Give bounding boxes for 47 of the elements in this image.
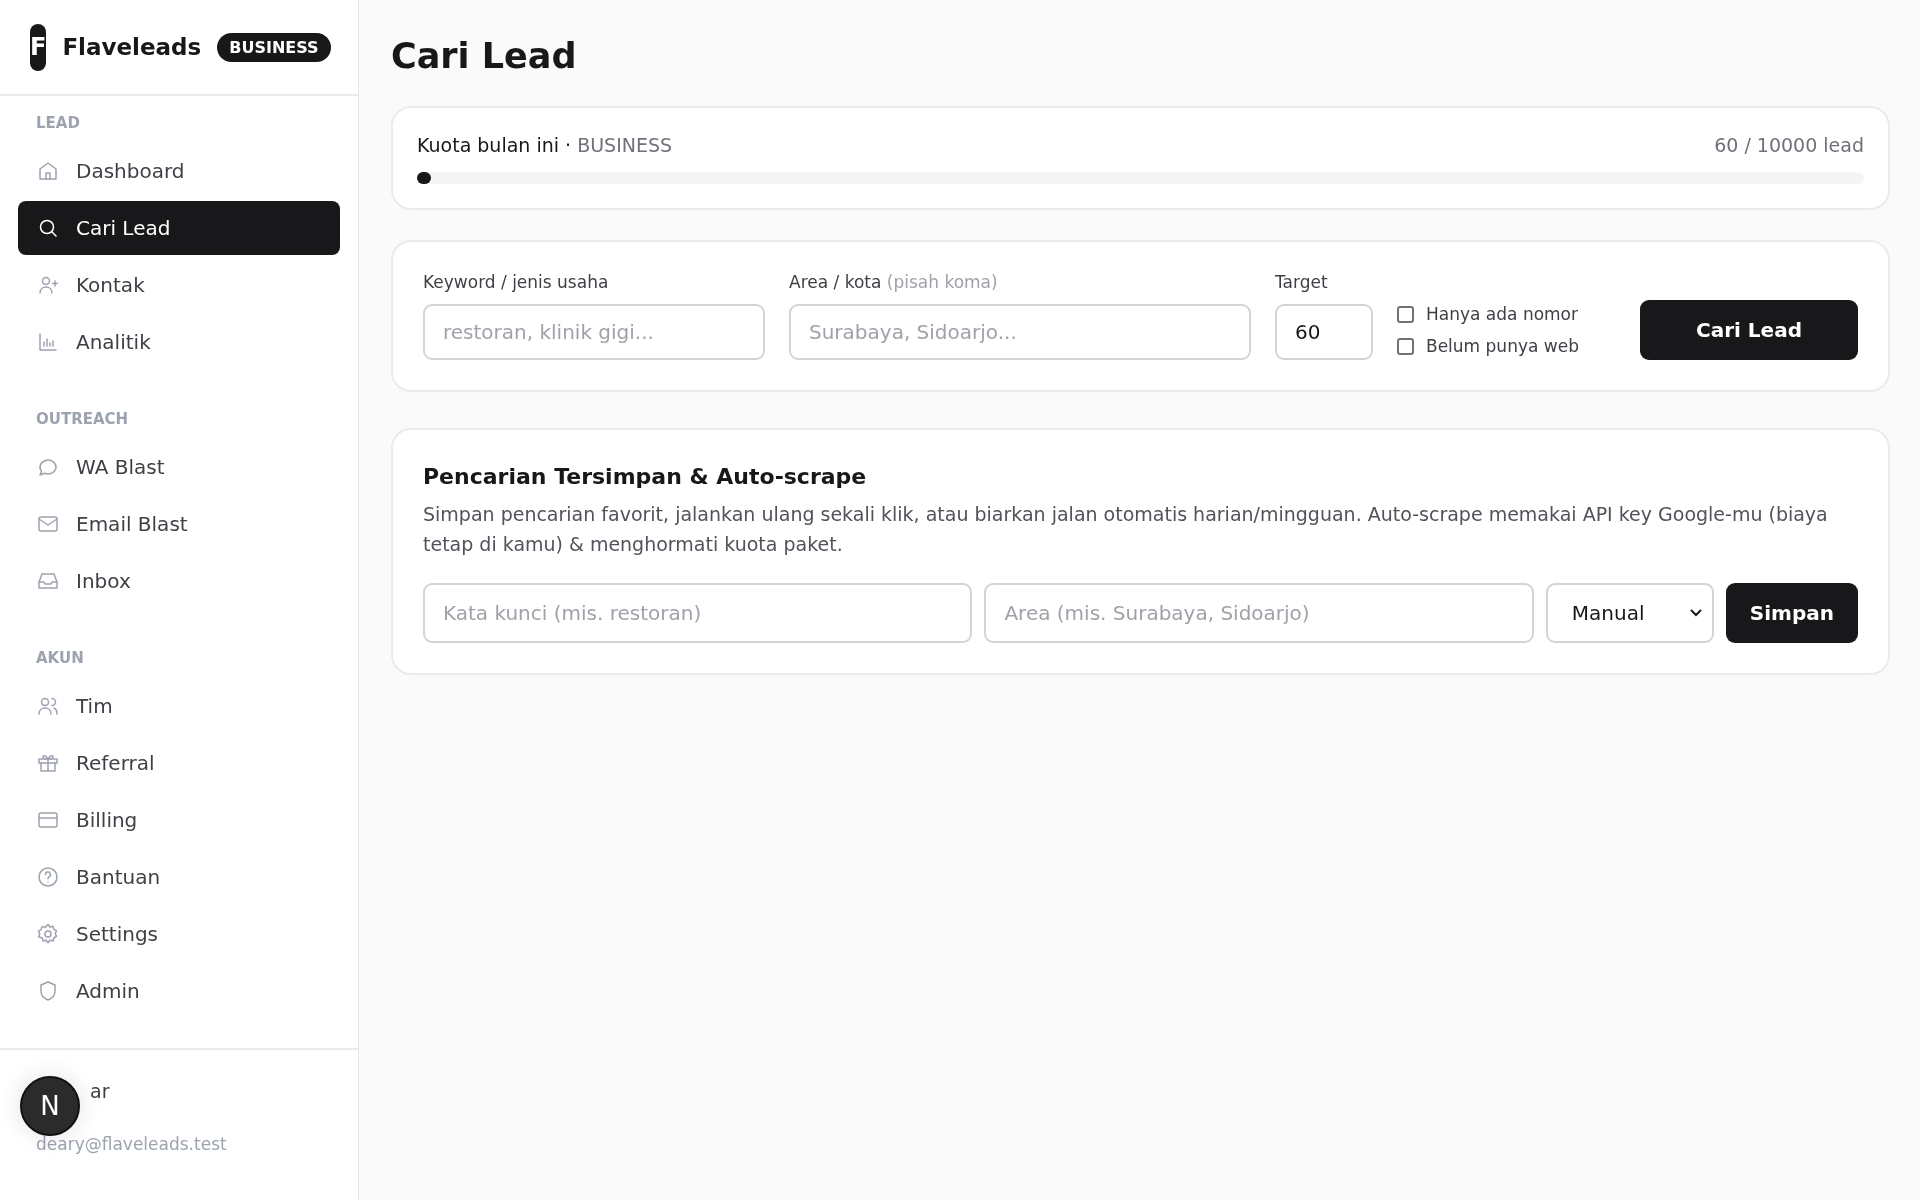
field-label: Target	[1275, 272, 1329, 292]
sidebar-item[interactable]: Settings	[18, 907, 340, 961]
sidebar-item[interactable]: WA Blast	[18, 440, 340, 494]
sidebar-item[interactable]: Billing	[18, 793, 340, 847]
checkbox-label: Hanya ada nomor	[1426, 304, 1578, 324]
chart-icon	[36, 330, 60, 354]
sidebar-item[interactable]: Kontak	[18, 258, 340, 312]
plan-badge: BUSINESS	[217, 32, 331, 62]
sidebar-item[interactable]: Email Blast	[18, 497, 340, 551]
keyword-field[interactable]: Kata kunci (mis. restoran)	[423, 583, 973, 643]
avatar[interactable]: N	[20, 1076, 80, 1136]
area-field[interactable]: Surabaya, Sidoarjo...	[789, 304, 1251, 360]
sidebar-item[interactable]: Analitik	[18, 315, 340, 369]
field-label: Keyword / jenis usaha	[423, 272, 610, 292]
gear-icon	[36, 922, 60, 946]
section-heading: Pencarian Tersimpan & Auto-scrape	[423, 464, 868, 489]
checkbox[interactable]	[1397, 337, 1414, 355]
user-email: deary@flaveleads.test	[36, 1134, 228, 1154]
chevron-down-icon	[1689, 609, 1702, 617]
section-description: Simpan pencarian favorit, jalankan ulang sekali klik, atau biarkan jalan otomatis harian/mingguan. Auto-scrape memakai API key Google-mu (biaya tetap di kamu) & menghormati kuota paket.	[423, 502, 1829, 557]
quota-label: Kuota bulan ini · BUSINESS	[417, 134, 673, 156]
sidebar-item[interactable]: Bantuan	[18, 850, 340, 904]
help-icon	[36, 865, 60, 889]
sidebar-item[interactable]: Dashboard	[18, 144, 340, 198]
sidebar-item[interactable]: Referral	[18, 736, 340, 790]
section-title: LEAD	[35, 114, 81, 132]
page-title: Cari Lead	[391, 36, 578, 76]
brand-name: Flaveleads	[62, 34, 202, 60]
user-name: ar	[89, 1080, 111, 1102]
checkbox-label: Belum punya web	[1426, 336, 1579, 356]
save-button[interactable]: Simpan	[1725, 583, 1858, 643]
search-button[interactable]: Cari Lead	[1640, 300, 1858, 360]
schedule-select[interactable]: Manual	[1545, 583, 1714, 643]
quota-reading: 60 / 10000 lead	[1714, 134, 1864, 156]
sidebar-item[interactable]: Admin	[18, 964, 340, 1018]
section-title: OUTREACH	[35, 410, 130, 428]
checkbox[interactable]	[1397, 305, 1414, 323]
field-label: Area / kota (pisah koma)	[789, 272, 999, 292]
home-icon	[36, 159, 60, 183]
logo-icon: F	[30, 23, 47, 71]
sidebar-item[interactable]: Cari Lead	[18, 201, 340, 255]
area-field[interactable]: Area (mis. Surabaya, Sidoarjo)	[984, 583, 1534, 643]
section-title: AKUN	[35, 649, 85, 667]
keyword-field[interactable]: restoran, klinik gigi...	[423, 304, 765, 360]
target-field[interactable]: 60	[1275, 304, 1373, 360]
sidebar-item[interactable]: Inbox	[18, 554, 340, 608]
sidebar-item[interactable]: Tim	[18, 679, 340, 733]
